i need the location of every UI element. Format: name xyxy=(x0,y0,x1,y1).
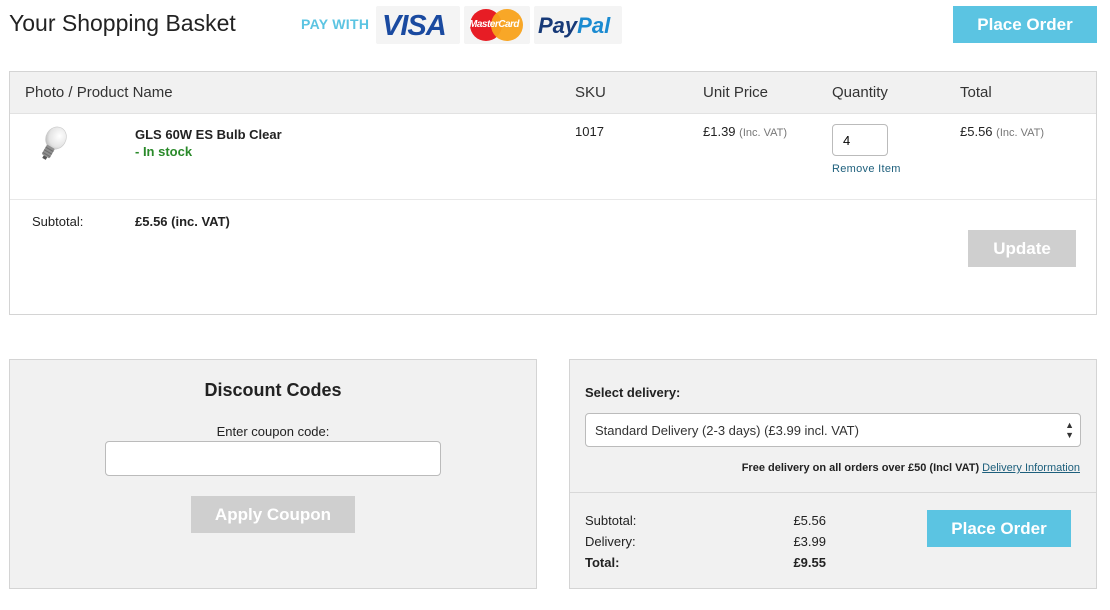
table-header: Photo / Product Name SKU Unit Price Quan… xyxy=(10,72,1096,114)
visa-logo-text: VISA xyxy=(382,10,447,42)
divider xyxy=(570,492,1096,493)
delivery-select[interactable]: Standard Delivery (2-3 days) (£3.99 incl… xyxy=(585,413,1081,447)
mastercard-logo: MasterCard xyxy=(464,6,530,44)
line-total: £5.56 (Inc. VAT) xyxy=(960,124,1044,139)
header-product: Photo / Product Name xyxy=(25,84,173,101)
place-order-button-top[interactable]: Place Order xyxy=(953,6,1097,43)
remove-item-link[interactable]: Remove Item xyxy=(832,163,901,175)
select-arrows-icon: ▲ ▼ xyxy=(1065,420,1074,440)
summary-subtotal-label: Subtotal: xyxy=(585,513,637,528)
unit-price: £1.39 (Inc. VAT) xyxy=(703,124,787,139)
discount-title: Discount Codes xyxy=(204,380,342,400)
delivery-panel: Select delivery: Standard Delivery (2-3 … xyxy=(569,359,1097,589)
pay-with-label: PAY WITH xyxy=(301,16,370,32)
header-total: Total xyxy=(960,84,992,101)
subtotal-label: Subtotal: xyxy=(32,214,84,229)
place-order-button-bottom[interactable]: Place Order xyxy=(927,510,1071,547)
light-bulb-icon xyxy=(41,126,67,160)
coupon-label: Enter coupon code: xyxy=(216,424,330,439)
stock-status: - In stock xyxy=(135,144,193,159)
unit-price-vat: (Inc. VAT) xyxy=(739,127,788,139)
summary-total-value: £9.55 xyxy=(793,555,826,570)
update-button[interactable]: Update xyxy=(968,230,1076,267)
product-sku: 1017 xyxy=(575,124,604,139)
discount-panel: Discount Codes Enter coupon code: Apply … xyxy=(9,359,537,589)
summary-delivery-value: £3.99 xyxy=(793,534,826,549)
subtotal-value: £5.56 (inc. VAT) xyxy=(135,214,230,229)
page-title: Your Shopping Basket xyxy=(9,10,236,36)
summary-subtotal-value: £5.56 xyxy=(793,513,826,528)
header-quantity: Quantity xyxy=(832,84,888,101)
line-total-vat: (Inc. VAT) xyxy=(996,127,1045,139)
apply-coupon-button[interactable]: Apply Coupon xyxy=(191,496,355,533)
delivery-label: Select delivery: xyxy=(585,385,681,400)
unit-price-value: £1.39 xyxy=(703,124,736,139)
paypal-logo-text-b: Pal xyxy=(577,13,611,38)
quantity-input[interactable] xyxy=(832,124,888,156)
header-unit-price: Unit Price xyxy=(703,84,769,101)
basket-table: Photo / Product Name SKU Unit Price Quan… xyxy=(9,71,1097,315)
summary-total-label: Total: xyxy=(585,555,620,570)
mastercard-logo-text: MasterCard xyxy=(469,19,520,30)
paypal-logo-text-a: Pay xyxy=(538,13,578,38)
visa-logo: VISA xyxy=(376,6,460,44)
header-sku: SKU xyxy=(575,84,606,101)
paypal-logo: PayPal xyxy=(534,6,622,44)
free-delivery-note: Free delivery on all orders over £50 (In… xyxy=(742,462,1080,474)
product-name[interactable]: GLS 60W ES Bulb Clear xyxy=(135,127,282,142)
line-total-value: £5.56 xyxy=(960,124,993,139)
summary-delivery-label: Delivery: xyxy=(585,534,636,549)
divider xyxy=(10,199,1096,200)
coupon-input[interactable] xyxy=(105,441,441,476)
free-delivery-text: Free delivery on all orders over £50 (In… xyxy=(741,462,980,474)
delivery-selected: Standard Delivery (2-3 days) (£3.99 incl… xyxy=(595,423,859,438)
delivery-info-link[interactable]: Delivery Information xyxy=(982,462,1080,474)
